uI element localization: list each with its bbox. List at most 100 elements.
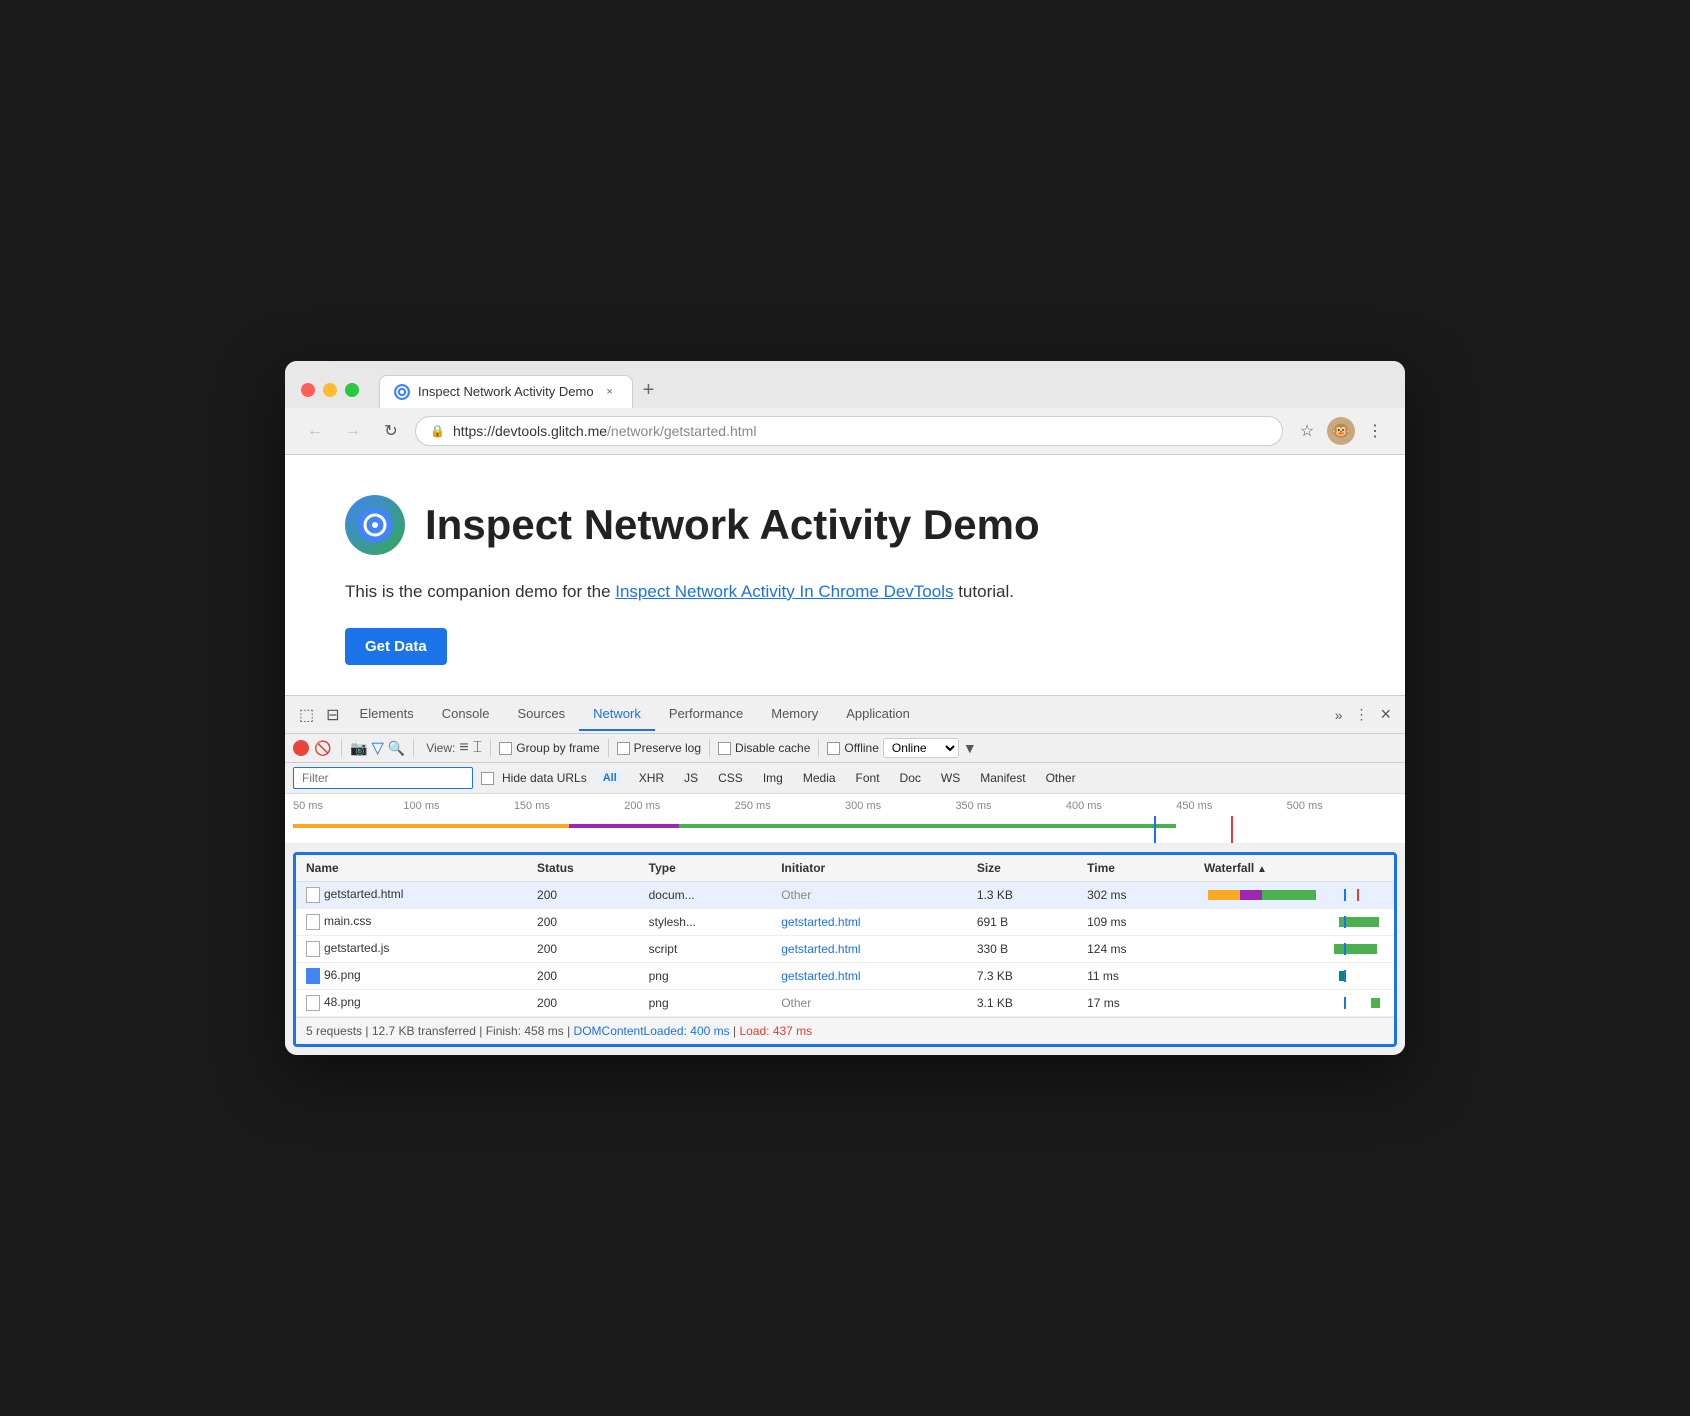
devtools-mobile-icon[interactable]: ⊟ bbox=[320, 697, 345, 733]
filter-type-font[interactable]: Font bbox=[850, 769, 886, 787]
record-button[interactable] bbox=[293, 740, 309, 756]
col-header-waterfall[interactable]: Waterfall bbox=[1194, 855, 1394, 882]
table-row[interactable]: main.css200stylesh...getstarted.html691 … bbox=[296, 909, 1394, 936]
network-table: Name Status Type Initiator Size Time Wat… bbox=[296, 855, 1394, 1017]
cell-initiator[interactable]: getstarted.html bbox=[771, 963, 967, 990]
tab-console[interactable]: Console bbox=[428, 698, 504, 731]
hide-data-urls-checkbox[interactable] bbox=[481, 772, 494, 785]
preserve-log-checkbox[interactable] bbox=[617, 742, 630, 755]
filter-type-other[interactable]: Other bbox=[1040, 769, 1082, 787]
table-row[interactable]: getstarted.html200docum...Other1.3 KB302… bbox=[296, 882, 1394, 909]
filter-type-img[interactable]: Img bbox=[757, 769, 789, 787]
search-button[interactable]: 🔍 bbox=[388, 740, 405, 757]
cell-name: 96.png bbox=[296, 963, 527, 990]
offline-label: Offline bbox=[844, 741, 878, 755]
get-data-button[interactable]: Get Data bbox=[345, 628, 447, 665]
cell-waterfall bbox=[1194, 909, 1394, 936]
view-list-button[interactable]: ≡ bbox=[459, 739, 468, 757]
status-dom-label: DOMContentLoaded: bbox=[574, 1024, 687, 1038]
tab-performance[interactable]: Performance bbox=[655, 698, 757, 731]
maximize-traffic-light[interactable] bbox=[345, 383, 359, 397]
subtitle-prefix: This is the companion demo for the bbox=[345, 582, 615, 601]
col-header-initiator[interactable]: Initiator bbox=[771, 855, 967, 882]
col-header-status[interactable]: Status bbox=[527, 855, 639, 882]
timeline-label-200: 200 ms bbox=[624, 800, 734, 812]
cell-initiator[interactable]: getstarted.html bbox=[771, 909, 967, 936]
devtools-close-button[interactable]: × bbox=[1374, 696, 1397, 733]
reload-button[interactable]: ↻ bbox=[377, 417, 405, 445]
tab-sources[interactable]: Sources bbox=[503, 698, 579, 731]
tab-application[interactable]: Application bbox=[832, 698, 924, 731]
throttle-dropdown-icon[interactable]: ▼ bbox=[963, 740, 977, 756]
cell-type: script bbox=[639, 936, 772, 963]
col-header-time[interactable]: Time bbox=[1077, 855, 1194, 882]
waterfall-blue-line bbox=[1344, 916, 1346, 928]
filter-type-media[interactable]: Media bbox=[797, 769, 842, 787]
offline-checkbox[interactable] bbox=[827, 742, 840, 755]
initiator-link[interactable]: getstarted.html bbox=[781, 942, 860, 956]
waterfall-blue-line bbox=[1344, 943, 1346, 955]
filter-type-xhr[interactable]: XHR bbox=[633, 769, 670, 787]
cell-name: getstarted.js bbox=[296, 936, 527, 963]
table-row[interactable]: getstarted.js200scriptgetstarted.html330… bbox=[296, 936, 1394, 963]
stop-button[interactable]: 🚫 bbox=[313, 738, 333, 758]
filter-type-all[interactable]: All bbox=[595, 771, 625, 785]
cell-initiator: Other bbox=[771, 990, 967, 1017]
cell-size: 3.1 KB bbox=[967, 990, 1077, 1017]
bookmark-button[interactable]: ☆ bbox=[1293, 417, 1321, 445]
browser-tab[interactable]: Inspect Network Activity Demo × bbox=[379, 375, 633, 408]
cell-initiator[interactable]: getstarted.html bbox=[771, 936, 967, 963]
tab-memory[interactable]: Memory bbox=[757, 698, 832, 731]
timeline-label-450: 450 ms bbox=[1176, 800, 1286, 812]
throttle-select[interactable]: Online Fast 3G Slow 3G Offline bbox=[883, 738, 959, 758]
col-header-name[interactable]: Name bbox=[296, 855, 527, 882]
forward-button[interactable]: → bbox=[339, 417, 367, 445]
page-logo bbox=[345, 495, 405, 555]
disable-cache-checkbox[interactable] bbox=[718, 742, 731, 755]
filter-type-ws[interactable]: WS bbox=[935, 769, 966, 787]
hide-data-urls-label: Hide data URLs bbox=[502, 771, 587, 785]
new-tab-button[interactable]: + bbox=[633, 373, 665, 408]
url-bar[interactable]: 🔒 https://devtools.glitch.me/network/get… bbox=[415, 416, 1283, 446]
group-by-frame-checkbox[interactable] bbox=[499, 742, 512, 755]
filter-type-manifest[interactable]: Manifest bbox=[974, 769, 1031, 787]
timeline-label-300: 300 ms bbox=[845, 800, 955, 812]
col-header-size[interactable]: Size bbox=[967, 855, 1077, 882]
initiator-link[interactable]: getstarted.html bbox=[781, 969, 860, 983]
devtools-menu[interactable]: ⋮ bbox=[1348, 698, 1374, 731]
cell-size: 691 B bbox=[967, 909, 1077, 936]
filter-button[interactable]: ▽ bbox=[371, 738, 383, 758]
cell-time: 302 ms bbox=[1077, 882, 1194, 909]
page-title: Inspect Network Activity Demo bbox=[425, 501, 1040, 549]
cell-type: docum... bbox=[639, 882, 772, 909]
filter-input[interactable] bbox=[293, 767, 473, 789]
close-traffic-light[interactable] bbox=[301, 383, 315, 397]
table-row[interactable]: 48.png200pngOther3.1 KB17 ms bbox=[296, 990, 1394, 1017]
minimize-traffic-light[interactable] bbox=[323, 383, 337, 397]
initiator-link[interactable]: getstarted.html bbox=[781, 915, 860, 929]
user-avatar[interactable]: 🐵 bbox=[1327, 417, 1355, 445]
back-button[interactable]: ← bbox=[301, 417, 329, 445]
timeline-label-150: 150 ms bbox=[514, 800, 624, 812]
tab-network[interactable]: Network bbox=[579, 698, 655, 731]
subtitle-link[interactable]: Inspect Network Activity In Chrome DevTo… bbox=[615, 582, 953, 601]
tab-close-button[interactable]: × bbox=[602, 384, 618, 400]
devtools-more-tabs[interactable]: » bbox=[1329, 699, 1349, 731]
devtools-select-icon[interactable]: ⬚ bbox=[293, 697, 320, 733]
view-tree-button[interactable]: ⌶ bbox=[473, 739, 483, 757]
more-button[interactable]: ⋮ bbox=[1361, 417, 1389, 445]
status-requests: 5 requests bbox=[306, 1024, 362, 1038]
filter-type-js[interactable]: JS bbox=[678, 769, 704, 787]
col-header-type[interactable]: Type bbox=[639, 855, 772, 882]
camera-button[interactable]: 📷 bbox=[350, 740, 367, 757]
filter-type-css[interactable]: CSS bbox=[712, 769, 749, 787]
timeline-red-line bbox=[1231, 816, 1233, 844]
tab-elements[interactable]: Elements bbox=[346, 698, 428, 731]
timeline-blue-line bbox=[1154, 816, 1156, 844]
filter-type-doc[interactable]: Doc bbox=[894, 769, 927, 787]
network-highlight: Name Status Type Initiator Size Time Wat… bbox=[293, 852, 1397, 1047]
table-row[interactable]: 96.png200pnggetstarted.html7.3 KB11 ms bbox=[296, 963, 1394, 990]
status-finish: Finish: 458 ms bbox=[486, 1024, 564, 1038]
waterfall-blue-line bbox=[1344, 997, 1346, 1009]
file-icon bbox=[306, 968, 320, 984]
